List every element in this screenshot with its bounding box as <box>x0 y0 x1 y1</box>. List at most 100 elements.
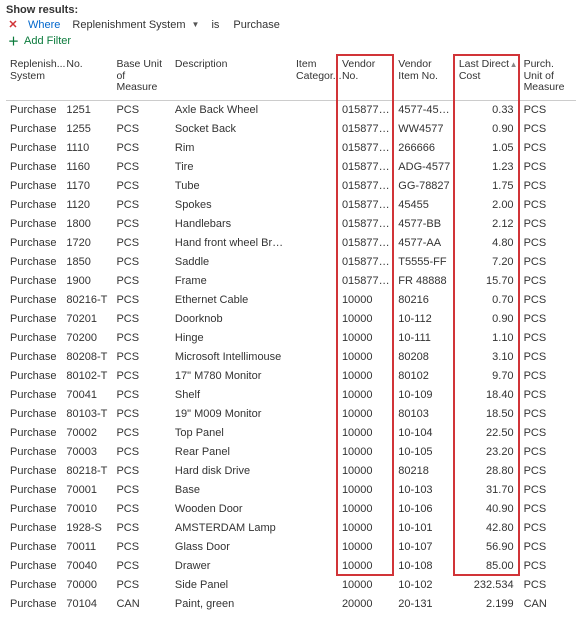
table-row[interactable]: Purchase70002PCSTop Panel1000010-10422.5… <box>6 423 576 442</box>
cell-item-category <box>292 100 338 119</box>
cell-last-direct-cost: 1.05 <box>455 138 520 157</box>
col-vendor-item-no[interactable]: Vendor Item No. <box>394 55 455 100</box>
cell-vendor-item-no: 10-102 <box>394 575 455 594</box>
cell-item-category <box>292 214 338 233</box>
table-row[interactable]: Purchase70201PCSDoorknob1000010-1120.90P… <box>6 309 576 328</box>
cell-vendor-item-no: ADG-4577 <box>394 157 455 176</box>
cell-description: Frame <box>171 271 292 290</box>
table-row[interactable]: Purchase1120PCSSpokes01587796454552.00PC… <box>6 195 576 214</box>
table-row[interactable]: Purchase70104CANPaint, green2000020-1312… <box>6 594 576 613</box>
cell-vendor-item-no: T5555-FF <box>394 252 455 271</box>
cell-purch-unit: PCS <box>520 423 576 442</box>
cell-replenishment-system: Purchase <box>6 157 62 176</box>
table-row[interactable]: Purchase80102-TPCS17" M780 Monitor100008… <box>6 366 576 385</box>
table-row[interactable]: Purchase70200PCSHinge1000010-1111.10PCS <box>6 328 576 347</box>
table-row[interactable]: Purchase70001PCSBase1000010-10331.70PCS <box>6 480 576 499</box>
cell-purch-unit: PCS <box>520 537 576 556</box>
cell-vendor-item-no: 80103 <box>394 404 455 423</box>
cell-description: Base <box>171 480 292 499</box>
table-row[interactable]: Purchase70041PCSShelf1000010-10918.40PCS <box>6 385 576 404</box>
cell-item-category <box>292 442 338 461</box>
table-row[interactable]: Purchase70040PCSDrawer1000010-10885.00PC… <box>6 556 576 575</box>
cell-no: 80208-T <box>62 347 112 366</box>
cell-description: Tire <box>171 157 292 176</box>
cell-purch-unit: PCS <box>520 176 576 195</box>
cell-purch-unit: PCS <box>520 385 576 404</box>
cell-replenishment-system: Purchase <box>6 404 62 423</box>
col-last-direct-cost[interactable]: Last Direct Cost▲ <box>455 55 520 100</box>
cell-base-unit: PCS <box>112 366 170 385</box>
cell-no: 70201 <box>62 309 112 328</box>
table-row[interactable]: Purchase1110PCSRim015877962666661.05PCS <box>6 138 576 157</box>
cell-purch-unit: PCS <box>520 499 576 518</box>
cell-last-direct-cost: 232.534 <box>455 575 520 594</box>
filter-value[interactable]: Purchase <box>231 19 281 31</box>
cell-last-direct-cost: 7.20 <box>455 252 520 271</box>
cell-no: 70003 <box>62 442 112 461</box>
cell-vendor-item-no: 10-109 <box>394 385 455 404</box>
cell-replenishment-system: Purchase <box>6 480 62 499</box>
table-row[interactable]: Purchase1720PCSHand front wheel Brake015… <box>6 233 576 252</box>
cell-purch-unit: PCS <box>520 347 576 366</box>
table-row[interactable]: Purchase1170PCSTube01587796GG-788271.75P… <box>6 176 576 195</box>
table-row[interactable]: Purchase80216-TPCSEthernet Cable10000802… <box>6 290 576 309</box>
cell-base-unit: PCS <box>112 461 170 480</box>
table-row[interactable]: Purchase1800PCSHandlebars015877964577-BB… <box>6 214 576 233</box>
table-row[interactable]: Purchase70011PCSGlass Door1000010-10756.… <box>6 537 576 556</box>
col-replenishment-system[interactable]: Replenish... System <box>6 55 62 100</box>
table-row[interactable]: Purchase80218-TPCSHard disk Drive1000080… <box>6 461 576 480</box>
col-item-category[interactable]: Item Categor... <box>292 55 338 100</box>
cell-replenishment-system: Purchase <box>6 347 62 366</box>
cell-vendor-no: 10000 <box>338 423 394 442</box>
cell-vendor-item-no: 10-101 <box>394 518 455 537</box>
col-description[interactable]: Description <box>171 55 292 100</box>
table-row[interactable]: Purchase1255PCSSocket Back01587796WW4577… <box>6 119 576 138</box>
col-purch-unit-measure[interactable]: Purch. Unit of Measure <box>520 55 576 100</box>
add-filter-button[interactable]: ＋ Add Filter <box>8 33 576 49</box>
cell-replenishment-system: Purchase <box>6 385 62 404</box>
filter-op: is <box>209 19 221 31</box>
table-row[interactable]: Purchase1928-SPCSAMSTERDAM Lamp1000010-1… <box>6 518 576 537</box>
remove-filter-icon[interactable]: ✕ <box>8 18 18 31</box>
cell-description: Spokes <box>171 195 292 214</box>
table-row[interactable]: Purchase70000PCSSide Panel1000010-102232… <box>6 575 576 594</box>
cell-vendor-no: 01587796 <box>338 252 394 271</box>
col-no[interactable]: No. <box>62 55 112 100</box>
cell-replenishment-system: Purchase <box>6 442 62 461</box>
cell-last-direct-cost: 56.90 <box>455 537 520 556</box>
filter-field-dropdown[interactable]: Replenishment System ▼ <box>70 19 199 31</box>
cell-purch-unit: PCS <box>520 556 576 575</box>
cell-purch-unit: PCS <box>520 442 576 461</box>
cell-replenishment-system: Purchase <box>6 100 62 119</box>
table-row[interactable]: Purchase1160PCSTire01587796ADG-45771.23P… <box>6 157 576 176</box>
cell-purch-unit: PCS <box>520 290 576 309</box>
table-row[interactable]: Purchase1850PCSSaddle01587796T5555-FF7.2… <box>6 252 576 271</box>
table-row[interactable]: Purchase70010PCSWooden Door1000010-10640… <box>6 499 576 518</box>
cell-no: 70104 <box>62 594 112 613</box>
col-vendor-no[interactable]: Vendor No. <box>338 55 394 100</box>
cell-replenishment-system: Purchase <box>6 575 62 594</box>
cell-purch-unit: PCS <box>520 309 576 328</box>
table-row[interactable]: Purchase1900PCSFrame01587796FR 4888815.7… <box>6 271 576 290</box>
cell-base-unit: PCS <box>112 195 170 214</box>
cell-no: 1120 <box>62 195 112 214</box>
table-row[interactable]: Purchase80208-TPCSMicrosoft Intellimouse… <box>6 347 576 366</box>
cell-no: 80216-T <box>62 290 112 309</box>
cell-base-unit: PCS <box>112 271 170 290</box>
cell-purch-unit: PCS <box>520 138 576 157</box>
cell-last-direct-cost: 31.70 <box>455 480 520 499</box>
cell-vendor-no: 01587796 <box>338 195 394 214</box>
cell-vendor-no: 10000 <box>338 404 394 423</box>
cell-last-direct-cost: 0.90 <box>455 119 520 138</box>
table-row[interactable]: Purchase1251PCSAxle Back Wheel0158779645… <box>6 100 576 119</box>
cell-vendor-item-no: 4577-4555 <box>394 100 455 119</box>
table-row[interactable]: Purchase70003PCSRear Panel1000010-10523.… <box>6 442 576 461</box>
cell-item-category <box>292 328 338 347</box>
cell-item-category <box>292 499 338 518</box>
col-base-unit-measure[interactable]: Base Unit of Measure <box>112 55 170 100</box>
cell-replenishment-system: Purchase <box>6 252 62 271</box>
cell-replenishment-system: Purchase <box>6 328 62 347</box>
cell-no: 70002 <box>62 423 112 442</box>
cell-item-category <box>292 461 338 480</box>
table-row[interactable]: Purchase80103-TPCS19" M009 Monitor100008… <box>6 404 576 423</box>
